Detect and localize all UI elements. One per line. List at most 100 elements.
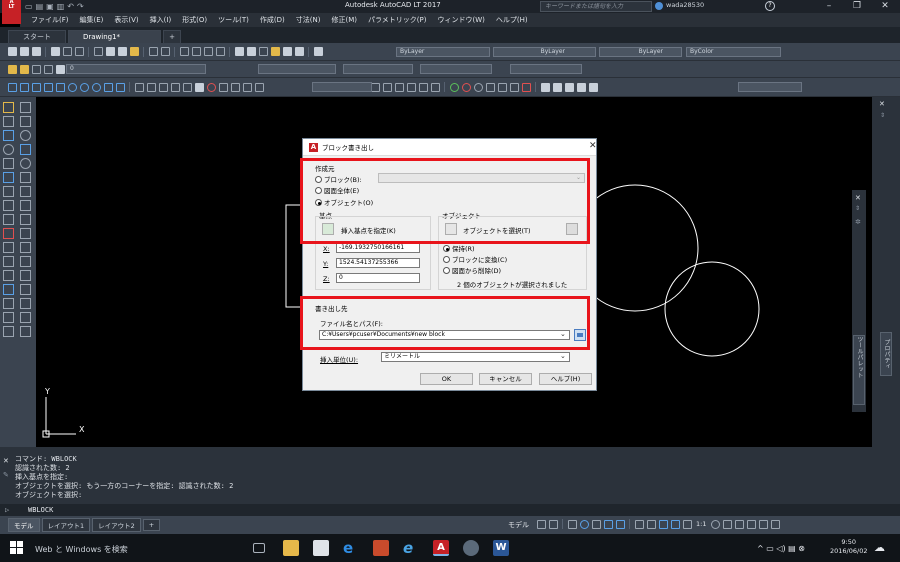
pin-icon[interactable]: ⇕ [880, 112, 885, 119]
x-field[interactable]: -169.1932750166161 [336, 243, 420, 253]
menu-view[interactable]: 表示(V) [114, 15, 138, 25]
dim-arc-icon[interactable] [158, 82, 168, 92]
command-input[interactable]: ▷ WBLOCK [0, 504, 900, 516]
browse-button[interactable] [574, 329, 586, 341]
make-block-icon[interactable] [20, 172, 31, 183]
annotation-scale-value[interactable]: 1:1 [696, 520, 706, 528]
fillet-icon[interactable] [509, 82, 519, 92]
table-icon[interactable] [540, 82, 550, 92]
rectangle-icon[interactable] [3, 130, 14, 141]
spline-icon[interactable] [3, 158, 14, 169]
app-icon[interactable] [463, 540, 479, 556]
sun-icon[interactable] [31, 64, 41, 74]
radio-retain[interactable]: 保持(R) [443, 243, 475, 253]
strip-close-icon[interactable]: ✕ [855, 194, 861, 202]
cloud-icon[interactable] [91, 82, 101, 92]
move-icon[interactable] [406, 82, 416, 92]
rotate-icon[interactable] [3, 270, 14, 281]
block-name-select[interactable]: ⌄ [378, 173, 585, 183]
cmd-close-icon[interactable]: ✕ [3, 457, 9, 465]
save-icon[interactable] [31, 47, 41, 56]
light-icon[interactable] [19, 64, 29, 74]
minimize-button[interactable]: – [818, 0, 840, 13]
isolate-icon[interactable] [734, 519, 744, 529]
cleanscreen-icon[interactable] [758, 519, 768, 529]
help-icon[interactable]: ? [765, 1, 775, 11]
rotate-icon[interactable] [418, 82, 428, 92]
select-objects-button[interactable] [445, 223, 457, 235]
user-name[interactable]: wada28530 [666, 1, 704, 9]
chamfer-icon[interactable] [20, 312, 31, 323]
menu-draw[interactable]: 作成(D) [260, 15, 285, 25]
circle-2[interactable] [664, 261, 760, 357]
extend-icon[interactable] [461, 82, 471, 92]
explode-icon[interactable] [20, 326, 31, 337]
grid-icon[interactable] [536, 519, 546, 529]
transparency-icon[interactable] [646, 519, 656, 529]
copy-icon[interactable] [105, 47, 115, 56]
radio-convert[interactable]: ブロックに変換(C) [443, 254, 507, 264]
isodraft-icon[interactable] [591, 519, 601, 529]
menu-file[interactable]: ファイル(F) [31, 15, 69, 25]
redo-icon[interactable] [160, 47, 170, 56]
zoom-icon[interactable] [191, 47, 201, 56]
mtext-icon[interactable] [552, 82, 562, 92]
cmd-settings-icon[interactable]: ✎ [3, 471, 9, 479]
restore-button[interactable]: ❐ [846, 0, 868, 13]
radio-delete[interactable]: 図面から削除(D) [443, 265, 501, 275]
tab-toolpalette[interactable]: ツールパレット [853, 335, 865, 405]
osnap-icon[interactable] [615, 519, 625, 529]
menu-window[interactable]: ウィンドウ(W) [437, 15, 484, 25]
designcenter-icon[interactable] [246, 47, 256, 56]
circle-icon[interactable] [3, 144, 14, 155]
arc-icon[interactable] [20, 130, 31, 141]
hatch-icon[interactable] [564, 82, 574, 92]
annotation-scale-icon[interactable] [682, 519, 692, 529]
line-icon[interactable] [3, 102, 14, 113]
preview-icon[interactable] [62, 47, 72, 56]
units-dropdown-icon[interactable]: ⌄ [560, 352, 566, 360]
customize-icon[interactable] [770, 519, 780, 529]
gradient-icon[interactable] [3, 200, 14, 211]
taskbar-search[interactable]: Web と Windows を検索 [35, 544, 128, 555]
color-combo-layer[interactable]: ByLayer [396, 47, 490, 57]
undo-icon[interactable]: ↶ [67, 2, 74, 11]
extend-icon[interactable] [3, 298, 14, 309]
mleaderstyle-combo[interactable] [510, 64, 582, 74]
join-icon[interactable] [485, 82, 495, 92]
arc-icon[interactable] [67, 82, 77, 92]
help-icon[interactable] [313, 47, 323, 56]
annotation-visibility-icon[interactable] [658, 519, 668, 529]
offset-icon[interactable] [20, 242, 31, 253]
menu-edit[interactable]: 編集(E) [80, 15, 104, 25]
polyline-icon[interactable] [3, 116, 14, 127]
insert-block-icon[interactable] [3, 172, 14, 183]
taskbar-clock[interactable]: 9:50 2016/06/02 [830, 538, 867, 556]
strip-pin-icon[interactable]: ⇕ [855, 205, 860, 212]
array-icon[interactable] [394, 82, 404, 92]
offset-icon[interactable] [382, 82, 392, 92]
rectangle-icon[interactable] [55, 82, 65, 92]
view-select[interactable] [738, 82, 802, 92]
store-icon[interactable] [313, 540, 329, 556]
tablestyle-combo[interactable] [420, 64, 492, 74]
spline-icon[interactable] [103, 82, 113, 92]
open-icon[interactable]: ▤ [36, 2, 44, 11]
file-path-field[interactable]: C:¥Users¥pcuser¥Documents¥new block [319, 330, 570, 340]
dim-angular-icon[interactable] [206, 82, 216, 92]
tolerance-icon[interactable] [254, 82, 264, 92]
sheetset-icon[interactable] [270, 47, 280, 56]
table-icon[interactable] [3, 214, 14, 225]
menu-tools[interactable]: ツール(T) [218, 15, 249, 25]
region-icon[interactable] [20, 200, 31, 211]
break-icon[interactable] [20, 298, 31, 309]
mtext-icon[interactable] [20, 214, 31, 225]
menu-parametric[interactable]: パラメトリック(P) [368, 15, 426, 25]
radio-objects[interactable]: オブジェクト(O) [315, 197, 373, 207]
cut-icon[interactable] [93, 47, 103, 56]
new-tab-button[interactable]: + [163, 30, 181, 43]
markup-icon[interactable] [282, 47, 292, 56]
open-icon[interactable] [19, 47, 29, 56]
save-icon[interactable]: ▣ [46, 2, 54, 11]
ellipse-icon[interactable] [115, 82, 125, 92]
